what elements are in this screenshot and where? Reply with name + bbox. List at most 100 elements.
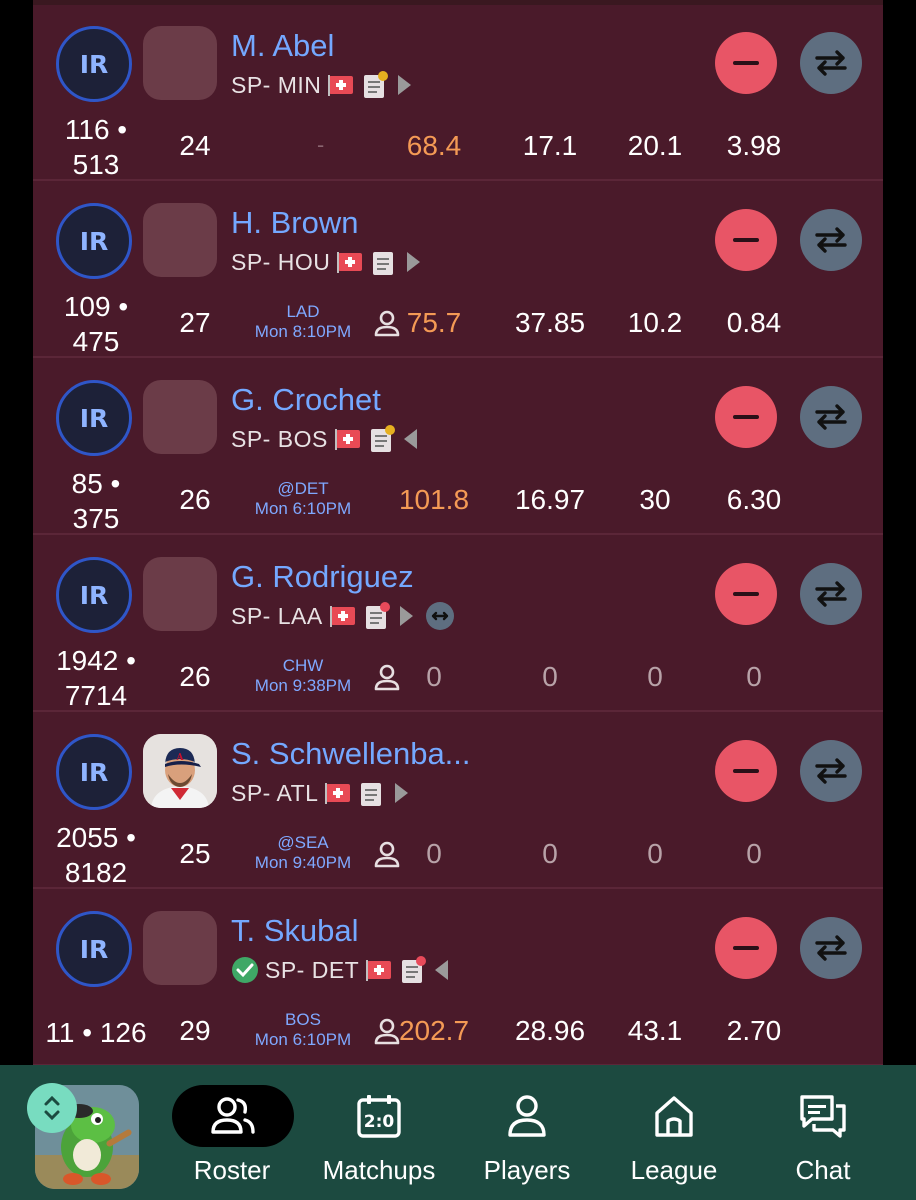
position-team-label: SP- MIN <box>231 71 322 98</box>
innings-stat: 30 <box>639 484 671 515</box>
nav-tab-matchups[interactable]: 2:0 Matchups <box>312 1085 446 1195</box>
points-per-game-stat: 16.97 <box>514 484 586 515</box>
points-per-game-stat: 17.1 <box>522 130 578 161</box>
fantasy-points-stat: 0 <box>426 838 442 869</box>
injury-flag-icon[interactable] <box>324 781 352 805</box>
drop-player-button[interactable] <box>715 386 777 448</box>
player-row[interactable]: IR G. Rodriguez SP- LAA 1942 • 7714 26 CHW Mon … <box>33 535 883 712</box>
player-adp: 375 <box>72 503 120 534</box>
player-row[interactable]: IR H. Brown SP- HOU 109 • 475 27 LAD Mon 8:10PM… <box>33 181 883 358</box>
svg-text:2:0: 2:0 <box>364 1112 395 1132</box>
game-time: Mon 9:40PM <box>254 853 352 872</box>
swap-arrows-icon <box>811 577 851 611</box>
position-team-label: SP- ATL <box>231 779 319 806</box>
player-note-icon[interactable] <box>370 247 398 277</box>
ir-status-badge[interactable]: IR <box>56 26 132 102</box>
era-stat: 6.30 <box>726 484 782 515</box>
trade-player-button[interactable] <box>800 740 862 802</box>
ir-status-badge[interactable]: IR <box>56 734 132 810</box>
trade-player-button[interactable] <box>800 917 862 979</box>
injury-flag-icon[interactable] <box>365 958 393 982</box>
nav-tab-roster[interactable]: Roster <box>172 1085 294 1195</box>
nav-tab-players[interactable]: Players <box>468 1085 586 1195</box>
trade-player-button[interactable] <box>800 386 862 448</box>
fantasy-points-stat: 68.4 <box>406 130 462 161</box>
player-note-icon[interactable] <box>358 778 386 808</box>
player-avatar[interactable]: A <box>143 734 217 808</box>
drop-player-button[interactable] <box>715 740 777 802</box>
player-note-icon[interactable] <box>399 955 427 985</box>
league-switch-button[interactable] <box>27 1083 77 1133</box>
opponent-team[interactable]: @DET <box>238 479 368 499</box>
nav-tab-league[interactable]: League <box>614 1085 734 1195</box>
drop-player-button[interactable] <box>715 917 777 979</box>
player-avatar[interactable] <box>143 911 217 985</box>
player-avatar[interactable] <box>143 380 217 454</box>
ir-status-badge[interactable]: IR <box>56 203 132 279</box>
player-name-link[interactable]: T. Skubal <box>231 913 359 949</box>
player-row[interactable]: IR A S. Schwellenba... SP- ATL 2055 • 8182 25 @… <box>33 712 883 889</box>
player-meta: SP- ATL <box>231 778 410 808</box>
opponent-team[interactable]: CHW <box>238 656 368 676</box>
opponent-team[interactable]: LAD <box>238 302 368 322</box>
position-team-label: SP- BOS <box>231 425 328 452</box>
minus-icon <box>733 946 759 950</box>
player-rank: 109 • <box>63 291 129 322</box>
trade-block-icon[interactable] <box>425 601 455 631</box>
player-note-icon[interactable] <box>363 601 391 631</box>
triangle-left-icon[interactable] <box>402 426 420 452</box>
drop-player-button[interactable] <box>715 209 777 271</box>
ir-status-badge[interactable]: IR <box>56 380 132 456</box>
player-row[interactable]: IR T. Skubal SP- DET 11 • 126 29 BOS Mon 6:10P… <box>33 889 883 1065</box>
player-avatar[interactable] <box>143 203 217 277</box>
game-time: Mon 8:10PM <box>254 322 352 341</box>
innings-stat: 0 <box>647 838 663 869</box>
innings-stat: 20.1 <box>627 130 683 161</box>
player-adp: 513 <box>72 149 120 180</box>
player-name-link[interactable]: G. Rodriguez <box>231 559 414 595</box>
opponent-team[interactable]: @SEA <box>238 833 368 853</box>
era-stat: 0 <box>746 661 762 692</box>
position-team-label: SP- LAA <box>231 602 323 629</box>
ir-status-badge[interactable]: IR <box>56 911 132 987</box>
player-avatar[interactable] <box>143 557 217 631</box>
drop-player-button[interactable] <box>715 32 777 94</box>
roster-list: IR M. Abel SP- MIN 116 • 513 24 - 68.4 17.1 20.1 3… <box>33 0 883 1065</box>
player-avatar[interactable] <box>143 26 217 100</box>
player-rank: 1942 • <box>56 645 136 676</box>
nav-label: Players <box>483 1155 571 1185</box>
player-name-link[interactable]: M. Abel <box>231 28 334 64</box>
player-name-link[interactable]: G. Crochet <box>231 382 381 418</box>
player-name-link[interactable]: S. Schwellenba... <box>231 736 471 772</box>
triangle-right-icon[interactable] <box>392 780 410 806</box>
injury-flag-icon[interactable] <box>336 250 364 274</box>
player-note-icon[interactable] <box>368 424 396 454</box>
trade-player-button[interactable] <box>800 209 862 271</box>
opponent-team[interactable]: BOS <box>238 1010 368 1030</box>
checkmark-icon <box>231 956 259 984</box>
game-time: Mon 9:38PM <box>254 676 352 695</box>
trade-player-button[interactable] <box>800 563 862 625</box>
player-row[interactable]: IR M. Abel SP- MIN 116 • 513 24 - 68.4 17.1 20.1 3… <box>33 4 883 181</box>
era-stat: 2.70 <box>726 1015 782 1046</box>
drop-player-button[interactable] <box>715 563 777 625</box>
ir-status-badge[interactable]: IR <box>56 557 132 633</box>
triangle-right-icon[interactable] <box>395 72 413 98</box>
injury-flag-icon[interactable] <box>329 604 357 628</box>
player-adp: 475 <box>72 326 120 357</box>
trade-player-button[interactable] <box>800 32 862 94</box>
triangle-right-icon[interactable] <box>404 249 422 275</box>
triangle-left-icon[interactable] <box>433 957 451 983</box>
swap-arrows-icon <box>811 931 851 965</box>
swap-arrows-icon <box>811 46 851 80</box>
nav-label: Chat <box>795 1155 851 1185</box>
triangle-right-icon[interactable] <box>397 603 415 629</box>
player-name-link[interactable]: H. Brown <box>231 205 358 241</box>
injury-flag-icon[interactable] <box>334 427 362 451</box>
player-row[interactable]: IR G. Crochet SP- BOS 85 • 375 26 @DET Mon 6:10… <box>33 358 883 535</box>
nav-tab-chat[interactable]: Chat <box>762 1085 884 1195</box>
player-note-icon[interactable] <box>361 70 389 100</box>
minus-icon <box>733 238 759 242</box>
fantasy-points-stat: 75.7 <box>406 307 462 338</box>
injury-flag-icon[interactable] <box>327 73 355 97</box>
